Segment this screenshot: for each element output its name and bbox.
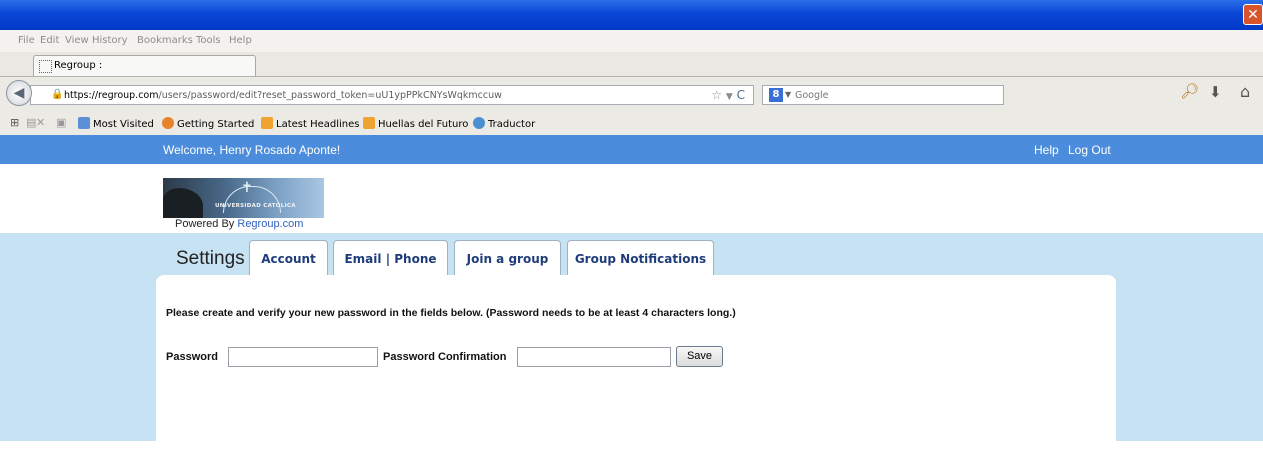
- magnifier-icon[interactable]: 🔎︎: [1180, 82, 1199, 100]
- translator-icon: [473, 117, 485, 129]
- menu-history[interactable]: History: [92, 35, 128, 46]
- university-logo[interactable]: ✝ UNIVERSIDAD CATÓLICA: [163, 178, 324, 218]
- logo-cross-icon: ✝: [241, 180, 253, 196]
- most-visited-icon: [78, 117, 90, 129]
- back-button[interactable]: ◀: [6, 80, 32, 106]
- cut-icon[interactable]: ✕: [36, 116, 48, 129]
- welcome-message: Welcome, Henry Rosado Aponte!: [163, 143, 341, 157]
- search-placeholder: Google: [795, 90, 829, 101]
- google-engine-icon[interactable]: 8: [769, 88, 783, 102]
- url-host: https://regroup.com: [64, 90, 159, 101]
- menu-bookmarks[interactable]: Bookmarks: [137, 35, 193, 46]
- help-link[interactable]: Help: [1034, 143, 1059, 157]
- rss-feed-icon: [261, 117, 273, 129]
- bookmark-label: Huellas del Futuro: [378, 119, 469, 130]
- bookmark-latest-headlines[interactable]: Latest Headlines: [261, 117, 360, 130]
- dropdown-arrow-icon[interactable]: ▼: [726, 92, 733, 102]
- url-path: /users/password/edit?reset_password_toke…: [158, 90, 502, 101]
- site-header-bar: Welcome, Henry Rosado Aponte! Help Log O…: [0, 135, 1263, 164]
- bookmark-most-visited[interactable]: Most Visited: [78, 117, 154, 130]
- password-confirmation-input[interactable]: [517, 347, 671, 367]
- menu-help[interactable]: Help: [229, 35, 252, 46]
- star-bookmark-icon[interactable]: ☆: [711, 88, 722, 102]
- menu-tools[interactable]: Tools: [196, 35, 221, 46]
- settings-title: Settings: [176, 248, 245, 269]
- paste-icon[interactable]: ▣: [56, 116, 68, 129]
- password-instructions: Please create and verify your new passwo…: [166, 307, 736, 319]
- bookmark-label: Traductor: [488, 119, 536, 130]
- tab-join-a-group[interactable]: Join a group: [454, 240, 561, 276]
- regroup-link[interactable]: Regroup.com: [237, 218, 303, 230]
- menu-view[interactable]: View: [65, 35, 89, 46]
- browser-tab-strip: Regroup :: [0, 52, 1263, 77]
- browser-tab-title: Regroup :: [54, 60, 103, 71]
- search-engine-dropdown-icon[interactable]: ▼: [785, 90, 791, 99]
- reload-icon[interactable]: C: [737, 88, 745, 102]
- firefox-icon: [162, 117, 174, 129]
- password-label: Password: [166, 351, 218, 363]
- bookmark-huellas-del-futuro[interactable]: Huellas del Futuro: [363, 117, 468, 130]
- menu-file[interactable]: File: [18, 35, 35, 46]
- add-icon[interactable]: ⊞: [10, 116, 22, 129]
- bookmarks-toolbar: ⊞ ▤ ✕ ▣ Most Visited Getting Started Lat…: [0, 111, 1263, 135]
- bookmark-label: Most Visited: [93, 119, 154, 130]
- page-favicon-icon: [39, 60, 52, 73]
- home-icon[interactable]: ⌂: [1240, 82, 1250, 101]
- address-bar-icons: ☆ ▼ C: [711, 88, 745, 102]
- tab-account[interactable]: Account: [249, 240, 328, 276]
- bookmark-getting-started[interactable]: Getting Started: [162, 117, 254, 130]
- bookmark-traductor[interactable]: Traductor: [473, 117, 535, 130]
- browser-menu-bar: File Edit View History Bookmarks Tools H…: [0, 30, 1263, 52]
- tab-group-notifications[interactable]: Group Notifications: [567, 240, 714, 276]
- powered-by-text: Powered By Regroup.com: [175, 218, 303, 230]
- download-arrow-icon[interactable]: ⬇: [1209, 83, 1222, 101]
- logout-link[interactable]: Log Out: [1068, 143, 1111, 157]
- lock-icon: 🔒: [51, 89, 64, 100]
- bookmark-label: Getting Started: [177, 119, 255, 130]
- browser-nav-bar: 🔒 https://regroup.com/users/password/edi…: [0, 77, 1263, 111]
- bookmark-label: Latest Headlines: [276, 119, 360, 130]
- powered-by-label: Powered By: [175, 218, 238, 230]
- search-box[interactable]: 8 ▼ Google: [762, 85, 1004, 105]
- password-confirmation-label: Password Confirmation: [383, 351, 507, 363]
- logo-text: UNIVERSIDAD CATÓLICA: [215, 203, 296, 209]
- browser-tab[interactable]: Regroup :: [33, 55, 256, 76]
- address-url: https://regroup.com/users/password/edit?…: [64, 90, 502, 101]
- window-title-bar: ✕: [0, 0, 1263, 30]
- logo-figure: [163, 188, 203, 218]
- close-window-button[interactable]: ✕: [1243, 4, 1263, 25]
- menu-edit[interactable]: Edit: [40, 35, 59, 46]
- address-bar[interactable]: 🔒 https://regroup.com/users/password/edi…: [30, 85, 754, 105]
- rss-feed-icon: [363, 117, 375, 129]
- tab-email-phone[interactable]: Email | Phone: [333, 240, 448, 276]
- password-input[interactable]: [228, 347, 378, 367]
- save-button[interactable]: Save: [676, 346, 723, 367]
